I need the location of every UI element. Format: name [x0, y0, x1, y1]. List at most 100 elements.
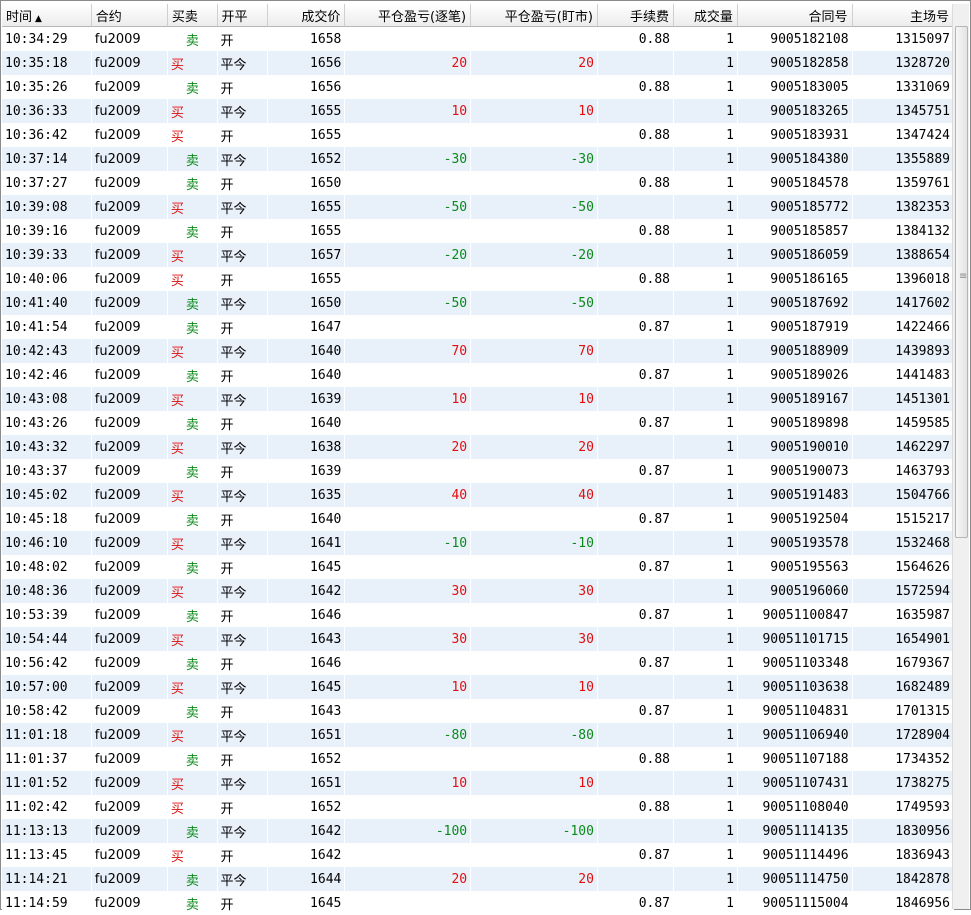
table-row[interactable]: 11:14:21fu2009卖平今16442020190051114750184…	[2, 867, 954, 891]
cell-contract-no: 9005189167	[737, 387, 852, 411]
cell-exchange-no: 1417602	[852, 291, 953, 315]
col-header-volume[interactable]: 成交量	[674, 4, 738, 27]
trade-table-body: 10:34:29fu2009卖开16580.881900518210813150…	[2, 27, 954, 915]
cell-pnl-trade	[345, 171, 471, 195]
cell-price: 1656	[268, 75, 345, 99]
cell-time: 10:45:18	[2, 507, 91, 531]
col-header-pnl-trade[interactable]: 平仓盈亏(逐笔)	[345, 4, 471, 27]
cell-exchange-no: 1830956	[852, 819, 953, 843]
table-row[interactable]: 10:36:42fu2009买开16550.881900518393113474…	[2, 123, 954, 147]
cell-contract: fu2009	[91, 747, 167, 771]
col-header-pnl-mtm[interactable]: 平仓盈亏(盯市)	[471, 4, 598, 27]
cell-time: 10:36:33	[2, 99, 91, 123]
cell-direction: 买	[167, 795, 217, 819]
table-row[interactable]: 10:41:54fu2009卖开16470.871900518791914224…	[2, 315, 954, 339]
table-row[interactable]: 10:45:02fu2009买平今16354040190051914831504…	[2, 483, 954, 507]
cell-volume: 1	[674, 195, 738, 219]
table-row[interactable]: 11:14:59fu2009卖开16450.871900511150041846…	[2, 891, 954, 915]
table-row[interactable]: 10:45:18fu2009卖开16400.871900519250415152…	[2, 507, 954, 531]
table-row[interactable]: 10:43:08fu2009买平今16391010190051891671451…	[2, 387, 954, 411]
col-header-price[interactable]: 成交价	[268, 4, 345, 27]
cell-time: 10:34:29	[2, 27, 91, 52]
cell-volume: 1	[674, 675, 738, 699]
col-header-time[interactable]: 时间▲	[2, 4, 91, 27]
cell-offset: 平今	[217, 291, 268, 315]
table-row[interactable]: 10:58:42fu2009卖开16430.871900511048311701…	[2, 699, 954, 723]
table-row[interactable]: 10:39:33fu2009买平今1657-20-201900518605913…	[2, 243, 954, 267]
table-row[interactable]: 10:40:06fu2009买开16550.881900518616513960…	[2, 267, 954, 291]
table-row[interactable]: 10:34:29fu2009卖开16580.881900518210813150…	[2, 27, 954, 52]
cell-pnl-mtm: 10	[471, 675, 598, 699]
cell-contract: fu2009	[91, 75, 167, 99]
table-row[interactable]: 10:35:18fu2009买平今16562020190051828581328…	[2, 51, 954, 75]
cell-direction: 买	[167, 483, 217, 507]
col-header-contract[interactable]: 合约	[91, 4, 167, 27]
table-row[interactable]: 10:42:43fu2009买平今16407070190051889091439…	[2, 339, 954, 363]
table-row[interactable]: 11:01:52fu2009买平今16511010190051107431173…	[2, 771, 954, 795]
cell-time: 10:48:02	[2, 555, 91, 579]
cell-contract: fu2009	[91, 723, 167, 747]
cell-pnl-mtm: 70	[471, 339, 598, 363]
table-row[interactable]: 11:01:18fu2009买平今1651-80-801900511069401…	[2, 723, 954, 747]
table-row[interactable]: 11:02:42fu2009买开16520.881900511080401749…	[2, 795, 954, 819]
cell-pnl-trade: 10	[345, 99, 471, 123]
col-header-exchange-no[interactable]: 主场号	[852, 4, 953, 27]
table-row[interactable]: 10:43:32fu2009买平今16382020190051900101462…	[2, 435, 954, 459]
cell-price: 1650	[268, 171, 345, 195]
cell-pnl-trade	[345, 219, 471, 243]
cell-contract: fu2009	[91, 147, 167, 171]
cell-contract: fu2009	[91, 339, 167, 363]
table-row[interactable]: 10:48:02fu2009卖开16450.871900519556315646…	[2, 555, 954, 579]
table-row[interactable]: 10:43:26fu2009卖开16400.871900518989814595…	[2, 411, 954, 435]
cell-offset: 开	[217, 363, 268, 387]
col-header-commission[interactable]: 手续费	[597, 4, 673, 27]
cell-pnl-trade	[345, 411, 471, 435]
cell-pnl-mtm	[471, 843, 598, 867]
col-header-direction[interactable]: 买卖	[167, 4, 217, 27]
cell-offset: 开	[217, 219, 268, 243]
cell-offset: 开	[217, 651, 268, 675]
table-row[interactable]: 10:42:46fu2009卖开16400.871900518902614414…	[2, 363, 954, 387]
cell-offset: 平今	[217, 387, 268, 411]
table-row[interactable]: 10:37:27fu2009卖开16500.881900518457813597…	[2, 171, 954, 195]
cell-pnl-trade: 20	[345, 867, 471, 891]
table-row[interactable]: 10:39:08fu2009买平今1655-50-501900518577213…	[2, 195, 954, 219]
table-row[interactable]: 10:43:37fu2009卖开16390.871900519007314637…	[2, 459, 954, 483]
cell-commission: 0.87	[597, 651, 673, 675]
table-row[interactable]: 11:01:37fu2009卖开16520.881900511071881734…	[2, 747, 954, 771]
table-row[interactable]: 10:48:36fu2009买平今16423030190051960601572…	[2, 579, 954, 603]
col-header-contract-no[interactable]: 合同号	[737, 4, 852, 27]
scrollbar-grip-icon: ≡	[959, 275, 965, 278]
cell-pnl-trade: -10	[345, 531, 471, 555]
table-row[interactable]: 10:57:00fu2009买平今16451010190051103638168…	[2, 675, 954, 699]
cell-exchange-no: 1836943	[852, 843, 953, 867]
table-row[interactable]: 10:46:10fu2009买平今1641-10-101900519357815…	[2, 531, 954, 555]
vertical-scrollbar[interactable]: ≡	[952, 4, 969, 909]
table-row[interactable]: 10:39:16fu2009卖开16550.881900518585713841…	[2, 219, 954, 243]
cell-volume: 1	[674, 771, 738, 795]
table-row[interactable]: 10:54:44fu2009买平今16433030190051101715165…	[2, 627, 954, 651]
table-row[interactable]: 10:53:39fu2009卖开16460.871900511008471635…	[2, 603, 954, 627]
table-row[interactable]: 10:41:40fu2009卖平今1650-50-501900518769214…	[2, 291, 954, 315]
cell-price: 1646	[268, 603, 345, 627]
table-row[interactable]: 11:13:13fu2009卖平今1642-100-10019005111413…	[2, 819, 954, 843]
cell-commission	[597, 243, 673, 267]
cell-pnl-trade	[345, 123, 471, 147]
cell-contract: fu2009	[91, 291, 167, 315]
table-row[interactable]: 11:13:45fu2009买开16420.871900511144961836…	[2, 843, 954, 867]
cell-pnl-trade: 30	[345, 627, 471, 651]
cell-exchange-no: 1328720	[852, 51, 953, 75]
cell-time: 10:43:08	[2, 387, 91, 411]
cell-contract-no: 90051100847	[737, 603, 852, 627]
cell-pnl-mtm: 20	[471, 435, 598, 459]
table-row[interactable]: 10:35:26fu2009卖开16560.881900518300513310…	[2, 75, 954, 99]
cell-commission	[597, 339, 673, 363]
cell-pnl-mtm	[471, 795, 598, 819]
col-header-offset[interactable]: 开平	[217, 4, 268, 27]
table-row[interactable]: 10:37:14fu2009卖平今1652-30-301900518438013…	[2, 147, 954, 171]
table-row[interactable]: 10:56:42fu2009卖开16460.871900511033481679…	[2, 651, 954, 675]
scrollbar-thumb[interactable]: ≡	[955, 26, 968, 538]
trade-table: 时间▲ 合约 买卖 开平 成交价 平仓盈亏(逐笔) 平仓盈亏(盯市) 手续费 成…	[2, 4, 954, 915]
table-row[interactable]: 10:36:33fu2009买平今16551010190051832651345…	[2, 99, 954, 123]
cell-offset: 开	[217, 747, 268, 771]
